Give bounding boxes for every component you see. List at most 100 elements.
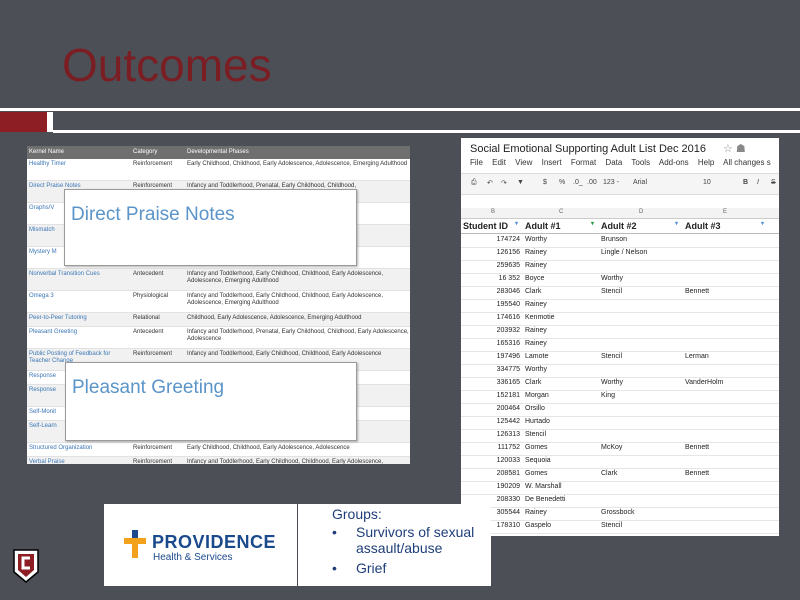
groups-box: Groups: • Survivors of sexual assault/ab… [298, 504, 491, 586]
group-item-label: Grief [356, 560, 387, 576]
adult-1-cell: Clark [525, 288, 542, 295]
font-size-select: 10 [703, 179, 711, 186]
kernel-table-row: Healthy Timer Reinforcement Early Childhoo… [27, 159, 410, 181]
spreadsheet-row: 126313 Stencil [461, 429, 779, 443]
kernel-table-row: Nonverbal Transition Cues Antecedent Infan… [27, 269, 410, 291]
adult-1-cell: Rainey [525, 262, 547, 269]
print-icon: ⎙ [471, 179, 477, 186]
menu-tools: Tools [631, 158, 651, 167]
divider-gap [47, 112, 53, 132]
kernel-phases: Early Childhood, Childhood, Early Adoles… [187, 161, 408, 167]
spreadsheet-row: 336165 Clark Worthy VanderHolm [461, 377, 779, 391]
adult-1-cell: Clark [525, 379, 542, 386]
menu-edit: Edit [492, 158, 506, 167]
menu-help: Help [697, 158, 715, 167]
adult-1-cell: Hurtado [525, 418, 550, 425]
adult-2-cell: Worthy [601, 275, 624, 282]
student-id-cell: 195540 [496, 301, 520, 308]
kernel-category: Antecedent [133, 271, 164, 277]
student-id-cell: 126313 [496, 431, 520, 438]
kernel-name-link[interactable]: Omega 3 [29, 293, 129, 300]
menu-addons: Add-ons [658, 158, 689, 167]
kernel-category: Reinforcement [133, 445, 173, 451]
spreadsheet-title: Social Emotional Supporting Adult List D… [470, 143, 707, 155]
kernel-phases: Infancy and Toddlerhood, Prenatal, Early… [187, 329, 409, 342]
kernel-table-row: Peer-to-Peer Tutoring Relational Childhood… [27, 313, 410, 327]
spreadsheet-row: 16 352 Boyce Worthy [461, 273, 779, 287]
divider-line [0, 108, 800, 111]
adult-1-cell: Worthy [525, 366, 548, 373]
student-id-cell: 111752 [497, 444, 520, 451]
adult-1-cell: Rainey [525, 249, 547, 256]
kernel-table-row: Structured Organization Reinforcement Earl… [27, 443, 410, 457]
spreadsheet-row: 208330 De Benedetti [461, 494, 779, 508]
adult-1-cell: Rainey [525, 301, 547, 308]
spreadsheet-row: 178310 Gaspelo Stencil [461, 520, 779, 534]
adult-1-cell: Morgan [525, 392, 549, 399]
spreadsheet-screenshot: Social Emotional Supporting Adult List D… [461, 138, 779, 536]
adult-2-cell: Worthy [601, 379, 624, 386]
adult-1-cell: Rainey [525, 509, 547, 516]
spreadsheet-menu: File Edit View Insert Format Data Tools … [470, 158, 778, 167]
student-id-cell: 259635 [496, 262, 520, 269]
adult-2-cell: Clark [601, 470, 618, 477]
student-id-cell: 16 352 [498, 275, 520, 282]
adult-1-cell: Boyce [525, 275, 545, 282]
spreadsheet-row: 195540 Rainey [461, 299, 779, 313]
spreadsheet-row: 126156 Rainey Lingle / Nelson [461, 247, 779, 261]
redo-icon: ↷ [501, 180, 507, 187]
adult-1-cell: Gaspelo [525, 522, 552, 529]
callout-direct-praise-notes: Direct Praise Notes [64, 189, 357, 266]
menu-file: File [470, 158, 483, 167]
percent-format: % [559, 179, 566, 186]
spreadsheet-row: 197496 Lamote Stencil Lerman [461, 351, 779, 365]
student-id-cell: 334775 [496, 366, 520, 373]
spreadsheet-row: 120033 Sequoia [461, 455, 779, 469]
filter-icon: ▾ [761, 221, 765, 227]
callout-label: Direct Praise Notes [71, 204, 235, 225]
kernel-phases: Childhood, Early Adolescence, Adolescenc… [187, 315, 362, 321]
student-id-cell: 208581 [496, 470, 520, 477]
kernel-phases: Infancy and Toddlerhood, Early Childhood… [187, 271, 384, 284]
currency-format: $ [543, 179, 547, 186]
paint-format-icon: ▼ [517, 179, 524, 186]
kernel-name-link[interactable]: Pleasant Greeting [29, 329, 129, 336]
adult-2-cell: King [601, 392, 616, 399]
kernel-name-link[interactable]: Nonverbal Transition Cues [29, 271, 129, 278]
adult-1-cell: Lamote [525, 353, 549, 360]
adult-2-cell: Stencil [601, 522, 623, 529]
filter-icon: ▾ [515, 221, 519, 227]
cross-logo-icon [124, 530, 146, 558]
adult-2-cell: Lingle / Nelson [601, 249, 648, 256]
spreadsheet-row: 283046 Clark Stencil Bennett [461, 286, 779, 300]
adult-3-cell: Bennett [685, 288, 710, 295]
menu-view: View [515, 158, 533, 167]
kernel-name-link[interactable]: Peer-to-Peer Tutoring [29, 315, 129, 322]
adult-2-cell: Stencil [601, 353, 623, 360]
kernel-name-link[interactable]: Verbal Praise [29, 459, 129, 464]
divider-line-lower [53, 130, 800, 133]
header-adult-1: Adult #1 [525, 221, 561, 231]
header-student-id: Student ID [463, 221, 508, 231]
kernel-category: Antecedent [133, 329, 164, 335]
spreadsheet-row: 190209 W. Marshall [461, 481, 779, 495]
bullet: • [332, 560, 337, 576]
save-status: All changes s [723, 158, 771, 167]
student-id-cell: 126156 [496, 249, 520, 256]
adult-3-cell: VanderHolm [685, 379, 724, 386]
spreadsheet-row: 174724 Worthy Brunson [461, 234, 779, 248]
student-id-cell: 152181 [496, 392, 520, 399]
callout-pleasant-greeting: Pleasant Greeting [65, 362, 357, 441]
adult-1-cell: De Benedetti [525, 496, 566, 503]
kernel-name-link[interactable]: Healthy Timer [29, 161, 129, 168]
kernel-table-row: Pleasant Greeting Antecedent Infancy and T… [27, 327, 410, 349]
undo-icon: ↶ [487, 180, 493, 187]
kernel-name-link[interactable]: Structured Organization [29, 445, 129, 452]
col-letter: C [559, 209, 564, 215]
spreadsheet-row: 334775 Worthy [461, 364, 779, 378]
filter-icon: ▾ [675, 221, 679, 227]
header-adult-3: Adult #3 [685, 221, 721, 231]
student-id-cell: 190209 [496, 483, 520, 490]
filter-active-icon: ▾ [591, 221, 595, 227]
col-letter: E [723, 209, 728, 215]
